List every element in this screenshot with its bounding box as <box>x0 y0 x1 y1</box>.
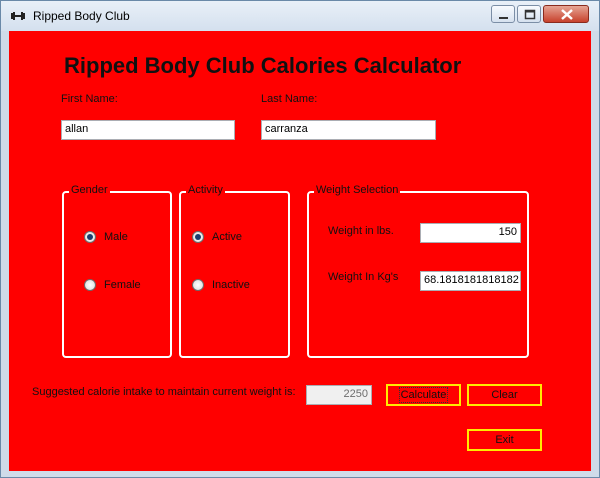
activity-active-label: Active <box>212 231 242 243</box>
close-button[interactable] <box>543 5 589 23</box>
calorie-result-label: Suggested calorie intake to maintain cur… <box>32 386 296 398</box>
radio-button[interactable] <box>192 279 204 291</box>
gender-option-female[interactable]: Female <box>84 279 141 291</box>
first-name-label: First Name: <box>61 93 118 105</box>
weight-lbs-field[interactable]: 150 <box>420 223 521 243</box>
app-window: Ripped Body Club Ripped Body Club Calori… <box>0 0 600 478</box>
close-icon <box>561 9 573 20</box>
radio-button[interactable] <box>84 279 96 291</box>
window-title: Ripped Body Club <box>33 9 130 23</box>
first-name-field[interactable]: allan <box>61 120 235 140</box>
page-title: Ripped Body Club Calories Calculator <box>64 53 462 78</box>
form-body: Ripped Body Club Calories Calculator Fir… <box>9 31 591 471</box>
weight-group: Weight Selection Weight in lbs. 150 Weig… <box>307 184 529 358</box>
clear-button[interactable]: Clear <box>467 384 542 406</box>
weight-lbs-label: Weight in lbs. <box>328 225 394 237</box>
activity-group-title: Activity <box>186 184 225 196</box>
activity-inactive-label: Inactive <box>212 279 250 291</box>
gender-male-label: Male <box>104 231 128 243</box>
maximize-icon <box>524 9 536 20</box>
title-bar[interactable]: Ripped Body Club <box>1 1 599 31</box>
gender-group: Gender Male Female <box>62 184 172 358</box>
weight-group-title: Weight Selection <box>314 184 401 196</box>
activity-group: Activity Active Inactive <box>179 184 290 358</box>
weight-kg-label: Weight In Kg's <box>328 271 399 283</box>
exit-button[interactable]: Exit <box>467 429 542 451</box>
last-name-field[interactable]: carranza <box>261 120 436 140</box>
gender-female-label: Female <box>104 279 141 291</box>
dumbbell-icon <box>11 12 25 20</box>
calculate-button-label: Calculate <box>398 387 449 403</box>
last-name-label: Last Name: <box>261 93 318 105</box>
activity-option-inactive[interactable]: Inactive <box>192 279 250 291</box>
minimize-button[interactable] <box>491 5 515 23</box>
radio-button[interactable] <box>192 231 204 243</box>
gender-option-male[interactable]: Male <box>84 231 128 243</box>
activity-option-active[interactable]: Active <box>192 231 242 243</box>
calculate-button[interactable]: Calculate <box>386 384 461 406</box>
gender-group-title: Gender <box>69 184 110 196</box>
maximize-button[interactable] <box>517 5 541 23</box>
weight-kg-field[interactable]: 68.1818181818182 <box>420 271 521 291</box>
calorie-result-field: 2250 <box>306 385 372 405</box>
minimize-icon <box>499 17 508 19</box>
radio-button[interactable] <box>84 231 96 243</box>
